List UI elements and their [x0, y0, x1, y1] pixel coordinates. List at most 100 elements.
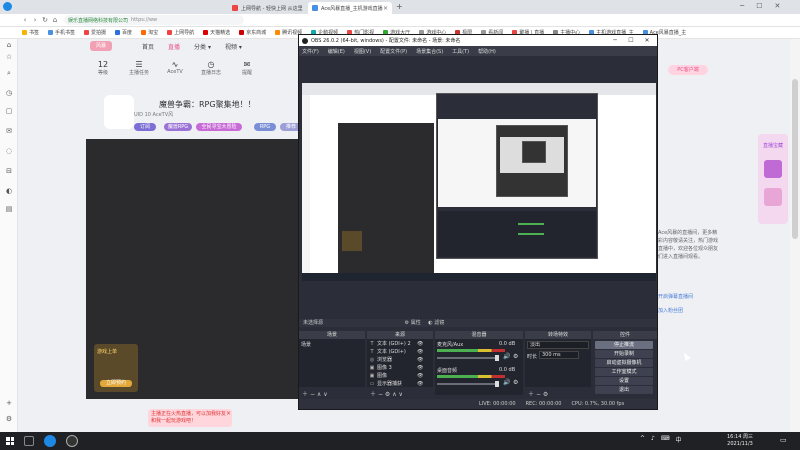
obs-maximize-icon[interactable]: ☐	[623, 35, 639, 46]
add-icon[interactable]: ＋	[528, 391, 534, 398]
maximize-icon[interactable]: ☐	[756, 2, 762, 10]
obs-menu-item[interactable]: 配置文件(P)	[380, 48, 407, 55]
visibility-icon[interactable]: 👁	[417, 373, 423, 379]
start-recording-button[interactable]: 开始录制	[595, 350, 653, 358]
tag-pill[interactable]: 魔兽RPG	[164, 123, 192, 131]
page-scrollbar[interactable]	[790, 39, 800, 432]
right-link-1[interactable]: 加入粉丝团	[658, 307, 683, 314]
visibility-icon[interactable]: 👁	[417, 365, 423, 371]
settings-button[interactable]: 设置	[595, 377, 653, 385]
obs-titlebar[interactable]: OBS 26.0.2 (64-bit, windows) - 配置文件: 未命名…	[299, 35, 657, 46]
duration-field[interactable]: 300 ms	[539, 351, 579, 359]
search-icon[interactable]: ⌕	[4, 69, 14, 79]
source-row[interactable]: ▭ 显示器捕获 👁	[369, 379, 424, 388]
visibility-icon[interactable]: 👁	[417, 357, 423, 363]
studio-mode-button[interactable]: 工作室模式	[595, 368, 653, 376]
mail-icon[interactable]: ✉	[4, 127, 14, 137]
bookmark-item[interactable]: 上网导航	[167, 29, 194, 36]
obs-menu-item[interactable]: 文件(F)	[302, 48, 319, 55]
tab-close-icon[interactable]: ×	[383, 5, 388, 12]
visibility-icon[interactable]: 👁	[417, 349, 423, 355]
box-icon[interactable]: ▢	[4, 107, 14, 117]
site-logo[interactable]: 风暴	[90, 41, 112, 51]
keyboard-icon[interactable]: ⌨	[661, 435, 670, 444]
refresh-icon[interactable]: ↻	[40, 16, 50, 24]
mixer-gear-icon[interactable]: ⚙	[513, 379, 518, 386]
add-icon[interactable]: ＋	[370, 391, 376, 398]
back-icon[interactable]: ‹	[20, 16, 30, 24]
new-tab-button[interactable]: +	[396, 2, 403, 11]
anchor-avatar[interactable]	[104, 95, 134, 129]
gear-icon[interactable]: ⚙	[4, 415, 14, 425]
down-icon[interactable]: ∨	[323, 391, 327, 398]
transition-gear-icon[interactable]: ⚙	[543, 391, 548, 398]
plus-icon[interactable]: +	[4, 399, 14, 409]
obs-preview[interactable]	[302, 83, 656, 281]
stat-log[interactable]: ◷ 直播日志	[196, 60, 226, 76]
bookmark-item[interactable]: 京东商城	[239, 29, 266, 36]
volume-knob[interactable]	[495, 355, 499, 361]
user-icon[interactable]: ◐	[4, 187, 14, 197]
minimize-icon[interactable]: ─	[740, 2, 744, 10]
speaker-icon[interactable]: 🔊	[503, 379, 510, 386]
url-field[interactable]: 娱乐直播网络科技有限公司 https://ww	[64, 15, 244, 25]
obs-minimize-icon[interactable]: ─	[607, 35, 623, 46]
volume-slider[interactable]	[437, 355, 499, 361]
scene-item[interactable]: 场景	[301, 341, 311, 348]
browser-taskbar-icon[interactable]	[44, 435, 56, 447]
volume-slider[interactable]	[437, 381, 499, 387]
add-icon[interactable]: ＋	[302, 391, 308, 398]
speaker-icon[interactable]: 🔊	[503, 353, 510, 360]
cart-icon[interactable]: ⊟	[4, 167, 14, 177]
right-link-0[interactable]: 开启弹幕直播间	[658, 293, 693, 300]
bookmark-item[interactable]: 书签	[22, 29, 39, 36]
bookmark-item[interactable]: 爱拍摄	[84, 29, 106, 36]
visibility-icon[interactable]: 👁	[417, 381, 423, 387]
tag-pill[interactable]: RPG	[254, 123, 276, 131]
obs-menu-item[interactable]: 场景集合(S)	[416, 48, 443, 55]
bookmark-item[interactable]: 手机书签	[48, 29, 75, 36]
obs-taskbar-icon[interactable]	[66, 435, 78, 447]
tray-expand-icon[interactable]: ^	[640, 435, 645, 444]
up-icon[interactable]: ∧	[392, 391, 396, 398]
notification-icon[interactable]: ▭	[780, 436, 790, 446]
volume-knob[interactable]	[495, 381, 499, 387]
obs-menu-item[interactable]: 视图(V)	[354, 48, 371, 55]
bookmark-item[interactable]: 天猫精选	[203, 29, 230, 36]
site-nav-live[interactable]: 直播	[168, 42, 180, 51]
forward-icon[interactable]: ›	[30, 16, 40, 24]
taskbar-clock[interactable]: 16:14 周三 2021/11/3	[727, 434, 753, 448]
bookmark-item[interactable]: 百度	[115, 29, 132, 36]
chat-icon[interactable]: ◌	[4, 147, 14, 157]
clock-icon[interactable]: ◷	[4, 89, 14, 99]
remove-icon[interactable]: −	[310, 391, 315, 398]
source-gear-icon[interactable]: ⚙	[385, 391, 390, 398]
pc-client-button[interactable]: PC客户端	[668, 65, 708, 75]
browser-tab-0[interactable]: 上网导航 - 轻快上网 从这里	[228, 2, 306, 14]
down-icon[interactable]: ∨	[399, 391, 403, 398]
site-nav-home[interactable]: 首页	[142, 42, 154, 51]
site-nav-video[interactable]: 视频 ▾	[225, 42, 242, 51]
mixer-gear-icon[interactable]: ⚙	[513, 353, 518, 360]
site-nav-category[interactable]: 分类 ▾	[194, 42, 211, 51]
remove-icon[interactable]: −	[378, 391, 383, 398]
visibility-icon[interactable]: 👁	[417, 341, 423, 347]
subscribe-pill[interactable]: 订阅	[134, 123, 156, 131]
task-view-icon[interactable]	[24, 436, 34, 446]
stat-acetv[interactable]: ∿ AceTV	[160, 60, 190, 75]
tag-pill[interactable]: 全民寻宝大冒险	[196, 123, 242, 131]
close-icon[interactable]: ✕	[775, 2, 781, 10]
remove-icon[interactable]: −	[536, 391, 541, 398]
up-icon[interactable]: ∧	[317, 391, 321, 398]
obs-menu-item[interactable]: 帮助(H)	[478, 48, 496, 55]
star-icon[interactable]: ☆	[4, 53, 14, 63]
wallet-icon[interactable]: ▤	[4, 205, 14, 215]
gift-box[interactable]: 直播宝藏	[758, 134, 788, 224]
home-icon[interactable]: ⌂	[4, 41, 14, 51]
scrollbar-thumb[interactable]	[792, 79, 798, 239]
promo-button[interactable]: 立即预约	[100, 380, 132, 387]
ime-icon[interactable]: 中	[676, 435, 682, 444]
transition-select[interactable]: 淡出	[527, 341, 589, 349]
virtual-camera-button[interactable]: 启动虚拟摄像机	[595, 359, 653, 367]
obs-close-icon[interactable]: ✕	[639, 35, 655, 46]
